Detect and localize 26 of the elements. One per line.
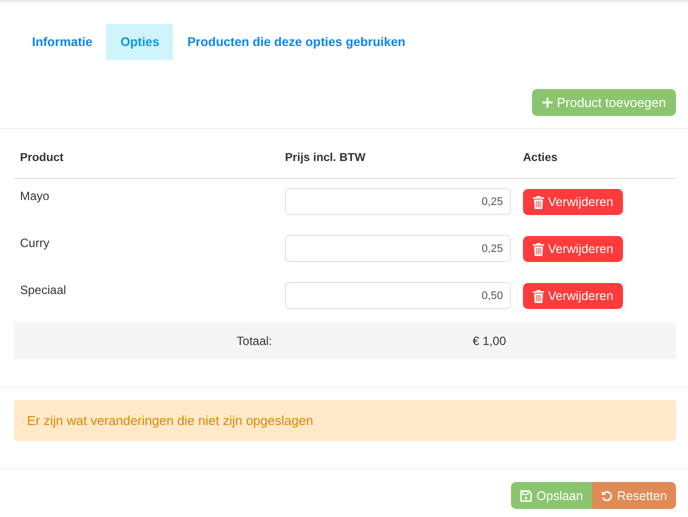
column-header: Prijs incl. BTW [279, 141, 517, 179]
column-header: Product [14, 141, 279, 179]
tab[interactable]: Informatie [18, 24, 106, 60]
tab[interactable]: Opties [106, 24, 174, 60]
trash-icon [533, 242, 544, 256]
trash-icon [533, 196, 544, 208]
price-field[interactable]: 0,25 [285, 188, 511, 215]
price-field[interactable]: 0,25 [285, 235, 511, 262]
total-label: Totaal: [236, 334, 273, 348]
add-product-button[interactable]: Product toevoegen [532, 89, 676, 116]
unsaved-changes-alert: Er zijn wat veranderingen die niet zijn opgeslagen [14, 400, 676, 441]
product-name: Speciaal [19, 282, 68, 299]
product-name: Curry [19, 235, 50, 252]
save-button[interactable]: Opslaan [511, 482, 592, 509]
total-value: € 1,00 [472, 334, 507, 348]
product-name: Mayo [19, 188, 50, 205]
plus-icon [542, 97, 553, 108]
delete-button[interactable]: Verwijderen [523, 189, 624, 215]
price-field[interactable]: 0,50 [285, 282, 511, 309]
tab[interactable]: Producten die deze opties gebruiken [173, 24, 420, 60]
undo-icon [600, 490, 613, 502]
reset-button[interactable]: Resetten [592, 482, 676, 509]
trash-icon [533, 290, 544, 302]
column-header: Acties [517, 141, 676, 179]
delete-button[interactable]: Verwijderen [523, 236, 624, 262]
delete-button[interactable]: Verwijderen [523, 283, 624, 309]
